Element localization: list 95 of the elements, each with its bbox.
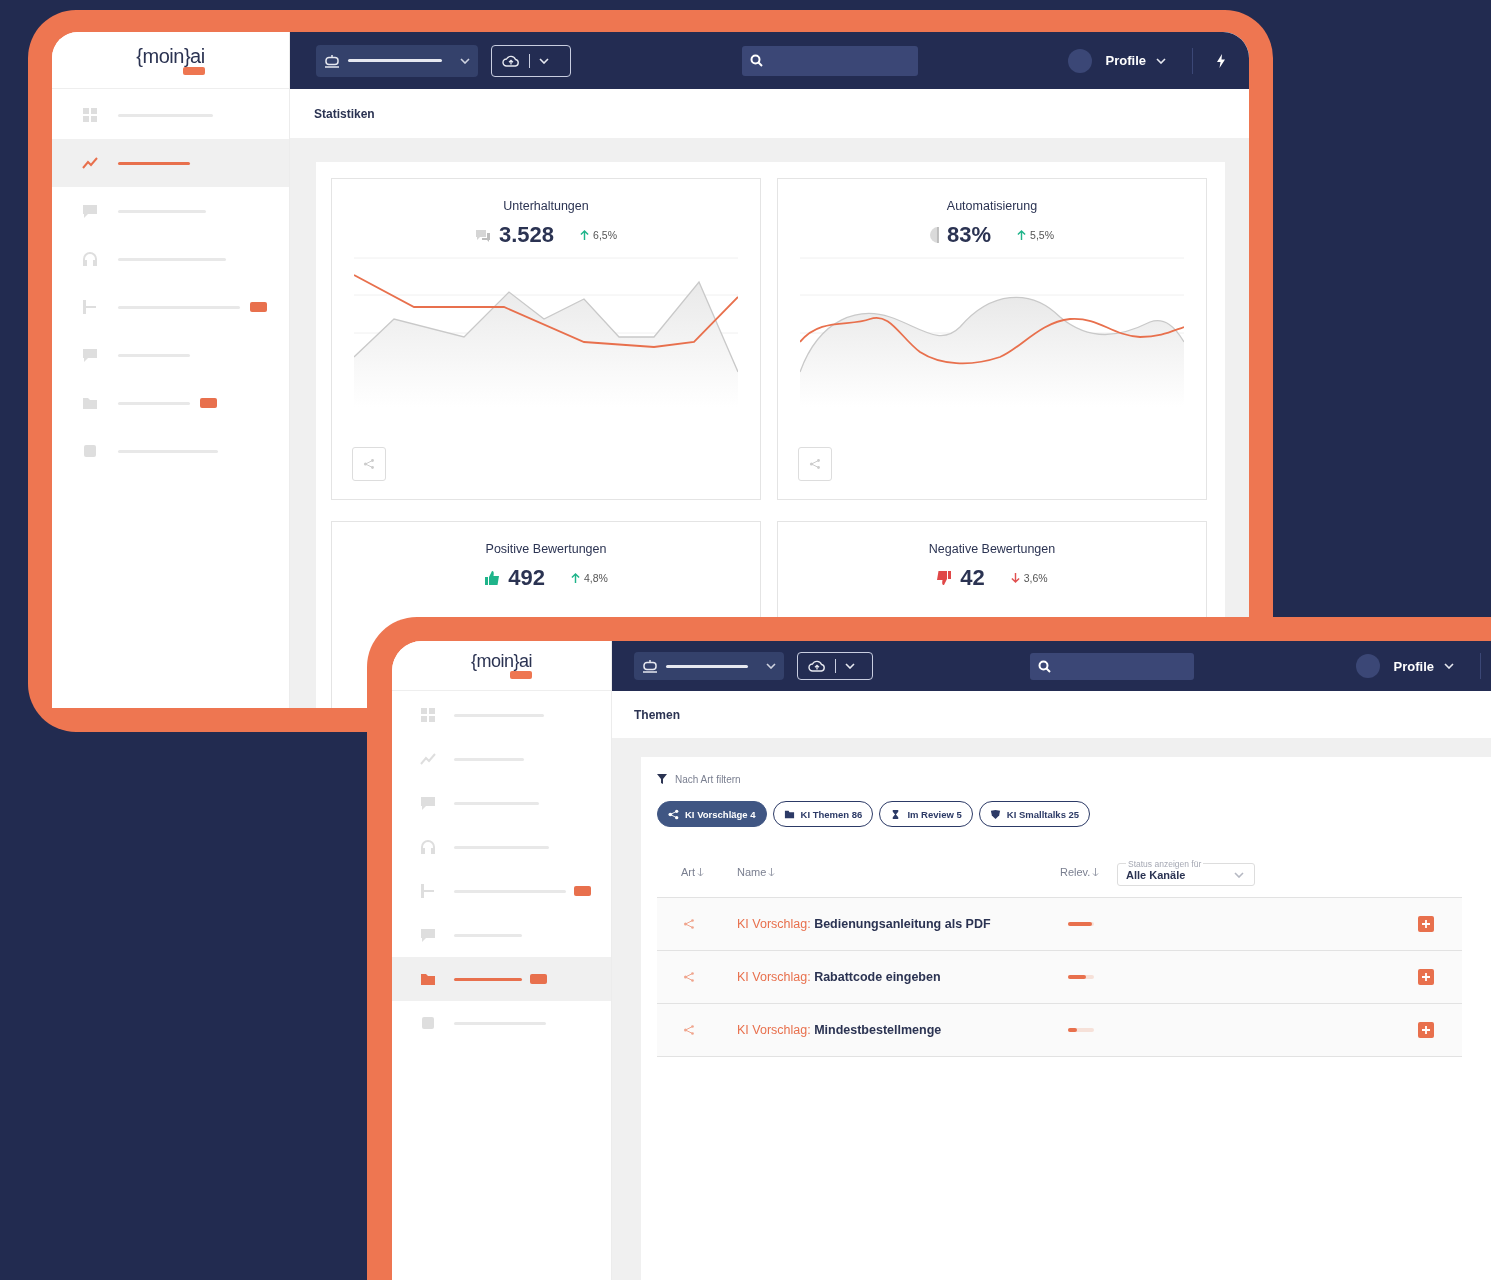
cloud-upload-icon	[808, 660, 826, 672]
folder-icon	[420, 971, 436, 987]
trend-change: 5,5%	[1030, 229, 1054, 241]
search-icon	[1038, 659, 1051, 673]
filter-chip[interactable]: KI Vorschläge 4	[657, 801, 767, 827]
headset-icon	[420, 839, 436, 855]
add-button[interactable]	[1418, 1022, 1434, 1038]
card-title: Positive Bewertungen	[485, 542, 607, 556]
sort-icon[interactable]	[768, 867, 776, 877]
chevron-down-icon	[1444, 663, 1454, 669]
robot-icon	[642, 659, 658, 673]
square-icon	[420, 1015, 436, 1031]
cloud-button[interactable]	[797, 652, 873, 680]
search-field[interactable]	[1030, 652, 1194, 680]
folder-icon	[783, 808, 795, 820]
trend-change: 4,8%	[583, 572, 608, 584]
chat-icon	[420, 795, 436, 811]
trend-line-icon	[82, 155, 98, 171]
logo: {moin}ai	[136, 45, 205, 66]
avatar	[1067, 48, 1092, 73]
table-row[interactable]: KI Vorschlag: Bedienungsanleitung als PDF	[657, 898, 1462, 951]
plus-icon	[1421, 1025, 1431, 1035]
card-title: Negative Bewertungen	[928, 542, 1056, 556]
cloud-upload-icon	[502, 54, 520, 67]
filter-icon	[657, 774, 667, 784]
share-button[interactable]	[798, 447, 832, 481]
share-icon	[668, 808, 679, 820]
stat-value: 492	[508, 565, 545, 591]
bot-select[interactable]	[634, 652, 784, 680]
thumbs-up-icon	[484, 570, 501, 586]
cloud-button[interactable]	[491, 44, 571, 77]
chat-icon	[82, 203, 98, 219]
logo-badge	[182, 66, 205, 75]
plus-icon	[1421, 972, 1431, 982]
grid-icon	[82, 107, 98, 123]
stat-value: 83%	[947, 222, 992, 248]
share-icon	[363, 458, 375, 470]
share-icon	[683, 1024, 695, 1036]
stat-value: 3.528	[499, 222, 555, 248]
topic-name: KI Vorschlag: Rabattcode eingeben	[737, 970, 942, 984]
logo-badge	[510, 671, 533, 679]
headset-icon	[82, 251, 98, 267]
sort-icon[interactable]	[697, 867, 705, 877]
card-title: Unterhaltungen	[503, 199, 589, 213]
search-field[interactable]	[742, 45, 918, 76]
add-button[interactable]	[1418, 969, 1434, 985]
square-icon	[82, 443, 98, 459]
chevron-down-icon	[845, 663, 855, 669]
chevron-down-icon	[1156, 57, 1166, 64]
filter-chip[interactable]: KI Themen 86	[772, 801, 874, 827]
search-icon	[750, 54, 763, 67]
share-icon	[683, 971, 695, 983]
chevron-down-icon	[539, 57, 549, 64]
trend-line-icon	[420, 751, 436, 767]
chevron-down-icon	[766, 663, 776, 669]
card-title: Automatisierung	[946, 199, 1038, 213]
plus-icon	[1421, 919, 1431, 929]
robot-icon	[324, 53, 340, 68]
chat-icon	[420, 927, 436, 943]
share-button[interactable]	[352, 447, 386, 481]
grid-icon	[420, 707, 436, 723]
thumbs-down-icon	[936, 570, 953, 586]
chevron-down-icon	[460, 57, 470, 64]
page-title: Statistiken	[314, 106, 375, 121]
share-icon	[809, 458, 821, 470]
filter-chip[interactable]: Im Review 5	[879, 801, 973, 827]
topic-name: KI Vorschlag: Mindestbestellmenge	[737, 1023, 943, 1037]
profile-menu[interactable]: Profile	[1101, 53, 1170, 68]
share-icon	[683, 918, 695, 930]
nav-item[interactable]	[392, 957, 611, 1001]
topic-name: KI Vorschlag: Bedienungsanleitung als PDF	[737, 917, 992, 931]
sort-icon[interactable]	[1092, 867, 1100, 877]
filter-label: Nach Art filtern	[675, 773, 741, 785]
stat-value: 42	[960, 565, 985, 591]
chat-icon	[82, 347, 98, 363]
filter-chip[interactable]: KI Smalltalks 25	[978, 801, 1091, 827]
column-header[interactable]: Name	[737, 866, 1060, 878]
trend-change: 3,6%	[1023, 572, 1048, 584]
page-title: Themen	[634, 707, 680, 722]
chat-icon	[475, 227, 491, 243]
table-row[interactable]: KI Vorschlag: Rabattcode eingeben	[657, 951, 1462, 1004]
trend-change: 6,5%	[593, 229, 617, 241]
folder-icon	[82, 395, 98, 411]
nav-item[interactable]	[52, 139, 289, 187]
add-button[interactable]	[1418, 916, 1434, 932]
chevron-down-icon	[1234, 871, 1244, 878]
column-header[interactable]: Art	[657, 866, 737, 878]
shield-icon	[989, 808, 1001, 820]
table-row[interactable]: KI Vorschlag: Mindestbestellmenge	[657, 1004, 1462, 1057]
column-header[interactable]: Relev.	[1060, 866, 1117, 878]
bot-select[interactable]	[316, 44, 478, 77]
status-dropdown[interactable]: Status anzeigen für Alle Kanäle	[1117, 858, 1255, 886]
avatar	[1355, 654, 1380, 678]
logo: {moin}ai	[470, 652, 533, 670]
profile-menu[interactable]: Profile	[1389, 658, 1458, 674]
